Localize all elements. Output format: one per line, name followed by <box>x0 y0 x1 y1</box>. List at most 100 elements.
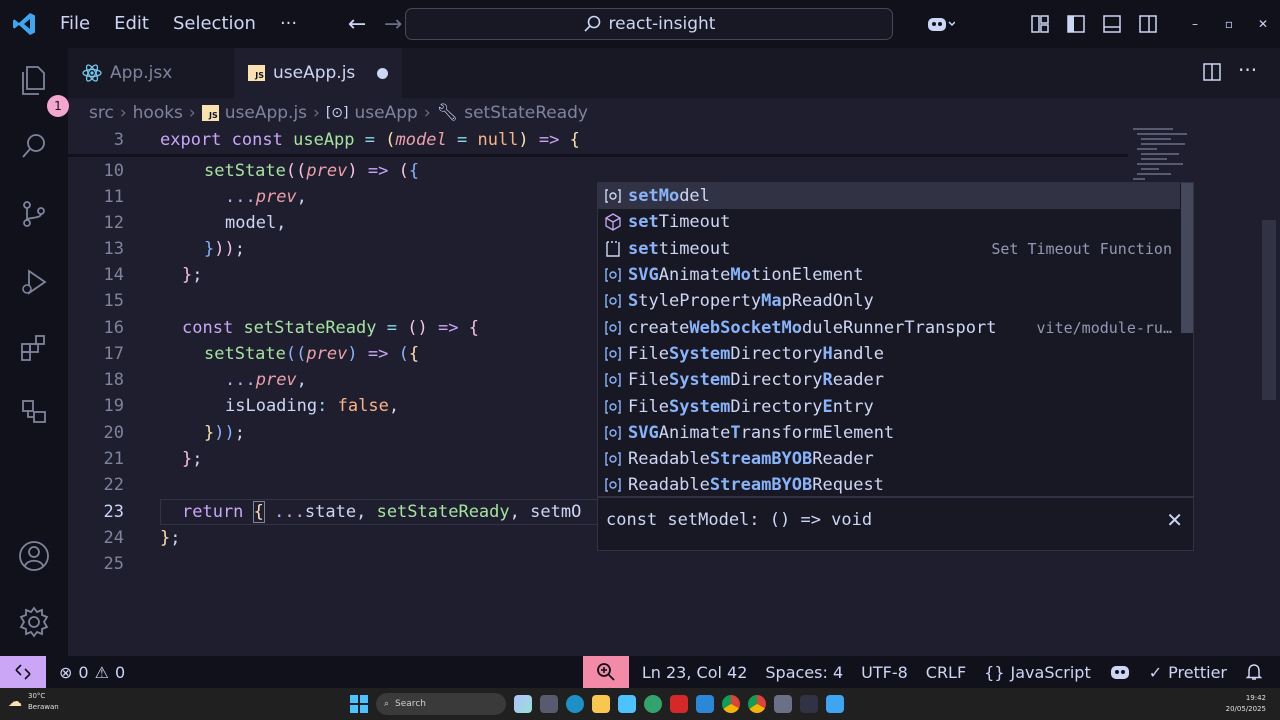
code-line[interactable]: model, <box>225 213 286 233</box>
breadcrumb-useapp[interactable]: useApp <box>355 103 418 123</box>
suggestion-item[interactable]: SVGAnimateMotionElement <box>598 262 1180 288</box>
run-debug-icon[interactable] <box>14 262 54 302</box>
account-icon[interactable] <box>14 536 54 576</box>
customize-layout-icon[interactable] <box>1022 0 1058 48</box>
task-view-icon[interactable] <box>540 695 558 713</box>
suggestion-item[interactable]: settimeout Set Timeout Function <box>598 236 1180 262</box>
code-line[interactable]: const setStateReady = () => { <box>182 318 479 338</box>
code-line[interactable]: setState((prev) => ({ <box>204 161 419 181</box>
antivirus-icon[interactable] <box>670 695 688 713</box>
suggestion-item[interactable]: FileSystemDirectoryReader <box>598 367 1180 393</box>
prettier-status[interactable]: ✓ Prettier <box>1140 663 1236 682</box>
toggle-primary-sidebar-icon[interactable] <box>1058 0 1094 48</box>
zoom-icon[interactable] <box>582 656 629 688</box>
method-icon <box>598 213 628 232</box>
copilot-status-icon[interactable] <box>1100 663 1140 681</box>
edge-icon[interactable] <box>566 695 584 713</box>
close-icon[interactable]: ✕ <box>1166 508 1183 532</box>
extensions-icon[interactable] <box>14 328 54 368</box>
code-line[interactable]: return { ...state, setStateReady, setmO <box>182 501 581 523</box>
windows-taskbar: ☁ 30°C Berawan ⌕ Search 19:42 20/05/2025 <box>0 688 1280 720</box>
tab-useapp-js[interactable]: JS useApp.js <box>234 48 403 98</box>
menu-selection[interactable]: Selection <box>161 0 268 48</box>
file-explorer-icon[interactable] <box>592 695 610 713</box>
settings-gear-icon[interactable] <box>14 602 54 642</box>
code-line[interactable]: })); <box>204 423 245 443</box>
menu-file[interactable]: File <box>48 0 102 48</box>
app-icon[interactable] <box>696 695 714 713</box>
minimap[interactable] <box>1133 128 1203 188</box>
windows-start-icon[interactable] <box>350 695 368 713</box>
suggestion-label: FileSystemDirectoryEntry <box>628 396 874 417</box>
source-control-icon[interactable] <box>14 194 54 234</box>
variable-icon <box>598 373 628 387</box>
sticky-scroll-line[interactable]: export const useApp = (model = null) => … <box>160 130 580 150</box>
app-icon[interactable] <box>644 695 662 713</box>
code-line[interactable]: setState((prev) => ({ <box>204 344 419 364</box>
remote-indicator-icon[interactable] <box>0 656 46 688</box>
code-line[interactable]: }; <box>182 265 203 285</box>
chrome-icon[interactable] <box>722 695 740 713</box>
code-line[interactable]: isLoading: false, <box>225 396 399 416</box>
menu-more[interactable]: ··· <box>268 0 309 48</box>
encoding[interactable]: UTF-8 <box>852 663 917 682</box>
suggestion-label: ReadableStreamBYOBRequest <box>628 475 884 496</box>
menu-edit[interactable]: Edit <box>102 0 161 48</box>
close-button[interactable]: ✕ <box>1246 17 1280 31</box>
code-line[interactable]: ...prev, <box>225 370 307 390</box>
end-of-line[interactable]: CRLF <box>917 663 975 682</box>
minimize-button[interactable]: – <box>1178 17 1212 31</box>
suggestion-item[interactable]: FileSystemDirectoryEntry <box>598 393 1180 419</box>
more-actions-icon[interactable]: ··· <box>1238 58 1257 82</box>
system-clock[interactable]: 19:42 20/05/2025 <box>1226 693 1266 715</box>
split-editor-icon[interactable] <box>1202 62 1222 86</box>
suggestions-scrollbar[interactable] <box>1181 183 1193 333</box>
search-icon[interactable] <box>14 126 54 166</box>
suggestion-item[interactable]: ReadableStreamBYOBRequest <box>598 472 1180 498</box>
problems-indicator[interactable]: ⊗ 0 ⚠ 0 <box>50 663 134 682</box>
back-arrow-icon[interactable]: ← <box>339 12 375 37</box>
suggestion-item[interactable]: StylePropertyMapReadOnly <box>598 288 1180 314</box>
suggestion-item[interactable]: createWebSocketModuleRunnerTransport vit… <box>598 315 1180 341</box>
command-center-search[interactable]: react-insight <box>405 8 893 40</box>
breadcrumb-setstateready[interactable]: setStateReady <box>464 103 588 123</box>
copilot-app-icon[interactable] <box>514 695 532 713</box>
remote-explorer-icon[interactable] <box>14 392 54 432</box>
line-number: 10 <box>103 161 124 181</box>
weather-widget[interactable]: ☁ 30°C Berawan <box>8 691 59 713</box>
cursor-position[interactable]: Ln 23, Col 42 <box>633 663 757 682</box>
copilot-icon[interactable] <box>916 0 964 48</box>
code-line[interactable]: })); <box>204 239 245 259</box>
terminal-icon[interactable] <box>800 695 818 713</box>
language-mode[interactable]: {} JavaScript <box>975 663 1100 682</box>
unsaved-dot-icon[interactable] <box>377 67 389 79</box>
maximize-button[interactable]: ▫ <box>1212 17 1246 31</box>
code-line[interactable]: }; <box>160 528 181 548</box>
suggestion-item[interactable]: setModel <box>598 183 1180 210</box>
breadcrumb-src[interactable]: src <box>89 103 114 123</box>
store-icon[interactable] <box>618 695 636 713</box>
line-number: 23 <box>103 502 124 522</box>
vscode-taskbar-icon[interactable] <box>826 695 844 713</box>
tab-app-jsx[interactable]: App.jsx <box>68 48 186 98</box>
suggestion-item[interactable]: ReadableStreamBYOBReader <box>598 446 1180 472</box>
editor-scrollbar[interactable] <box>1262 220 1276 400</box>
vscode-logo-icon <box>0 0 48 48</box>
suggestion-item[interactable]: FileSystemDirectoryHandle <box>598 341 1180 367</box>
code-line[interactable]: }; <box>182 449 203 469</box>
notifications-bell-icon[interactable] <box>1236 663 1272 681</box>
toggle-panel-icon[interactable] <box>1094 0 1130 48</box>
breadcrumb-hooks[interactable]: hooks <box>133 103 183 123</box>
suggestion-item[interactable]: SVGAnimateTransformElement <box>598 420 1180 446</box>
app-icon[interactable] <box>774 695 792 713</box>
indentation[interactable]: Spaces: 4 <box>756 663 852 682</box>
toggle-secondary-sidebar-icon[interactable] <box>1130 0 1166 48</box>
suggestion-label: createWebSocketModuleRunnerTransport <box>628 317 997 338</box>
taskbar-search[interactable]: ⌕ Search <box>376 693 506 715</box>
suggestion-item[interactable]: setTimeout <box>598 209 1180 235</box>
breadcrumb-file[interactable]: useApp.js <box>225 103 307 123</box>
clock-date: 20/05/2025 <box>1225 705 1266 713</box>
chrome-icon[interactable] <box>748 695 766 713</box>
explorer-icon[interactable]: 1 <box>14 60 69 117</box>
code-line[interactable]: ...prev, <box>225 187 307 207</box>
